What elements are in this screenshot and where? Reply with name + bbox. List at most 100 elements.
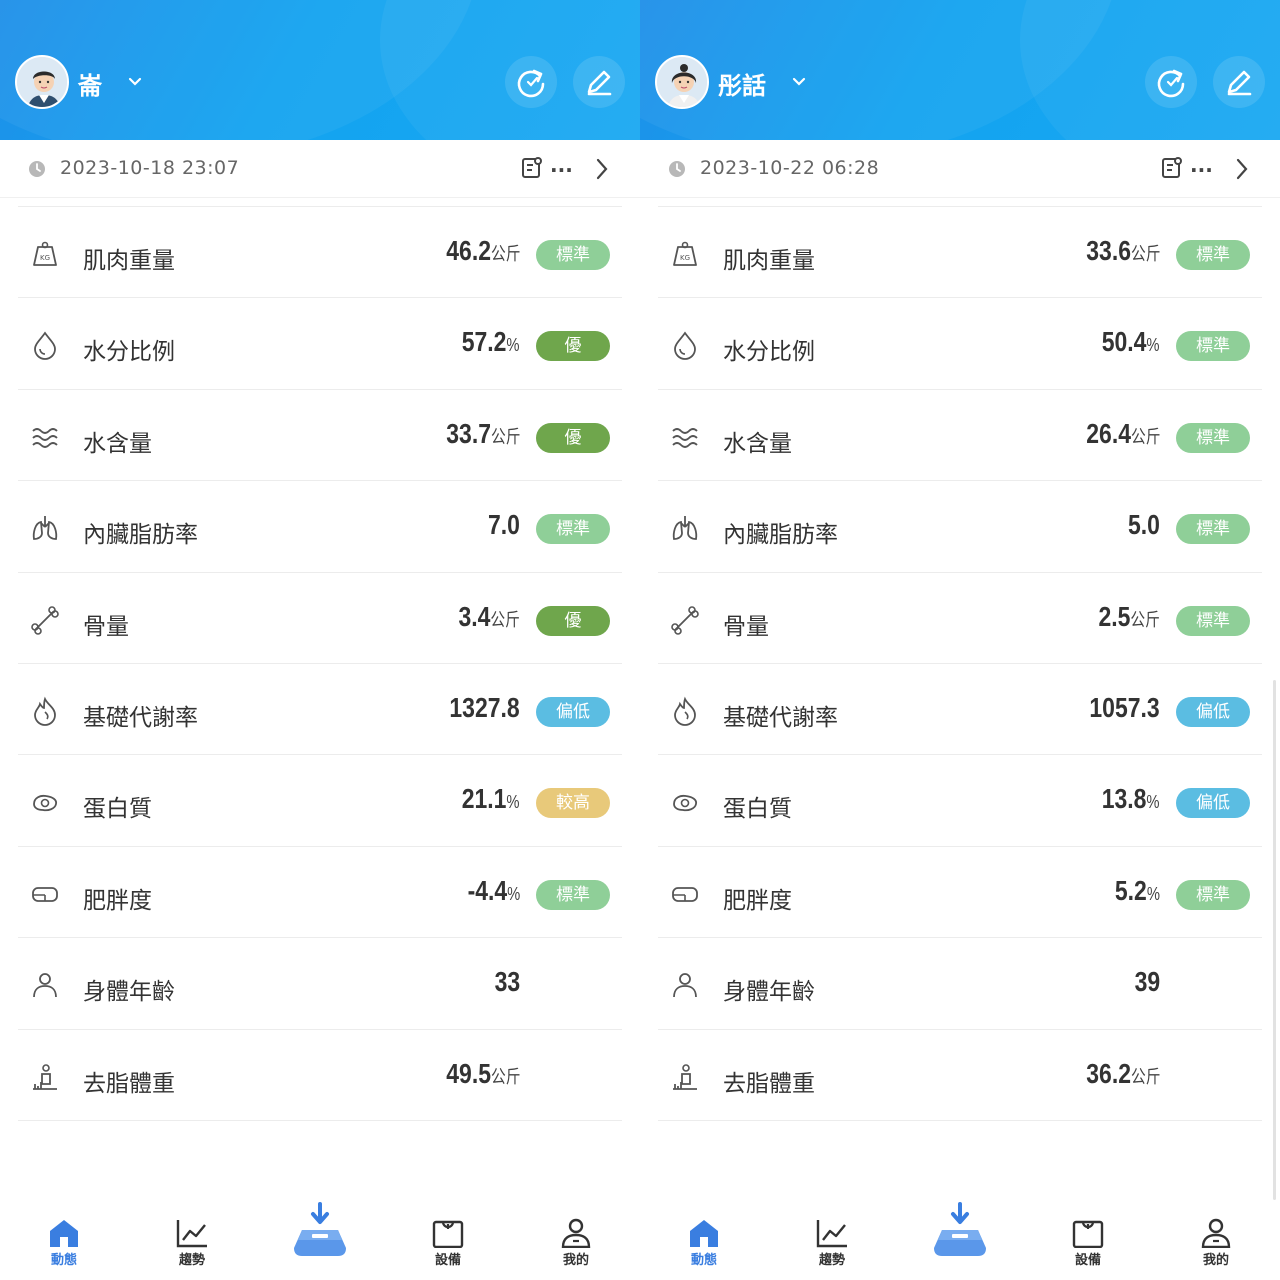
chevron-right-icon[interactable] (1235, 158, 1249, 184)
person-icon (673, 973, 697, 998)
tab-home[interactable]: 動態 (664, 1218, 744, 1268)
metric-label: 蛋白質 (723, 796, 792, 823)
scale-icon (934, 1202, 986, 1256)
metric-unit: % (1146, 792, 1160, 813)
chevron-down-icon[interactable] (792, 72, 806, 91)
water-drop-icon (34, 331, 56, 361)
metric-label: 身體年齡 (723, 979, 815, 1006)
metric-row[interactable]: 蛋白質 21.1% 較高 (18, 755, 622, 847)
tab-profile[interactable]: 我的 (1176, 1218, 1256, 1268)
lungs-icon (32, 516, 58, 541)
metric-value: 7.0 (488, 509, 520, 541)
metric-unit: 公斤 (490, 1066, 520, 1087)
svg-text:KG: KG (40, 254, 50, 262)
metric-row[interactable]: 身體年齡 33 (18, 938, 622, 1030)
tab-device[interactable]: 設備 (1048, 1218, 1128, 1268)
bottom-tab-bar: 動態 趨勢 設備 我的 (0, 1180, 640, 1280)
metric-label: 肌肉重量 (723, 248, 815, 274)
metric-label: 骨量 (83, 613, 129, 640)
metric-value: -4.4% (467, 874, 520, 906)
report-icon[interactable] (520, 156, 544, 184)
status-badge: 標準 (1176, 331, 1250, 362)
metric-row[interactable]: 骨量 2.5公斤 標準 (658, 573, 1262, 664)
metric-value: 33 (494, 966, 520, 998)
metric-row[interactable]: 蛋白質 13.8% 偏低 (658, 755, 1262, 847)
metric-row[interactable]: KG 肌肉重量 33.6公斤 標準 (658, 207, 1262, 299)
metric-row[interactable]: 去脂體重 49.5公斤 (18, 1030, 622, 1121)
metric-row[interactable]: 水含量 26.4公斤 標準 (658, 390, 1262, 482)
metrics-list: 肌肉比例 64.2% 標準 KG 肌肉重量 33.6公斤標準 水分比例 50.4… (658, 144, 1262, 1121)
trend-icon (152, 1218, 232, 1248)
metric-value: 13.8% (1102, 783, 1160, 815)
avatar[interactable] (15, 55, 69, 109)
person-icon (33, 973, 57, 998)
metric-label: 蛋白質 (83, 796, 152, 823)
metric-row[interactable]: KG 肌肉重量 46.2公斤 標準 (18, 207, 622, 299)
measure-scale-button[interactable] (280, 1200, 360, 1280)
scale-icon (294, 1202, 346, 1256)
status-badge: 標準 (536, 240, 610, 270)
status-badge: 標準 (1176, 240, 1250, 270)
refresh-button[interactable] (505, 56, 557, 108)
metric-value: 21.1% (462, 783, 520, 815)
more-label[interactable]: ... (1190, 153, 1213, 177)
metric-unit: 公斤 (1130, 244, 1160, 264)
tab-trend[interactable]: 趨勢 (792, 1218, 872, 1268)
metric-row[interactable]: 內臟脂肪率 5.0 標準 (658, 481, 1262, 573)
muscle-weight-icon: KG (33, 241, 57, 266)
status-badge: 優 (536, 605, 610, 636)
chevron-right-icon[interactable] (595, 158, 609, 184)
svg-text:KG: KG (680, 254, 690, 262)
user-name[interactable]: 彤話 (718, 66, 766, 101)
report-icon[interactable] (1160, 156, 1184, 184)
metric-unit: % (506, 335, 520, 356)
metric-row[interactable]: 內臟脂肪率 7.0 標準 (18, 481, 622, 573)
metric-label: 內臟脂肪率 (723, 522, 838, 549)
edit-button[interactable] (573, 56, 625, 108)
pencil-icon (1227, 70, 1252, 96)
edit-button[interactable] (1213, 56, 1265, 108)
metric-unit: 公斤 (490, 426, 520, 447)
metric-row[interactable]: 去脂體重 36.2公斤 (658, 1030, 1262, 1121)
metric-row[interactable]: 肥胖度 5.2% 標準 (658, 847, 1262, 939)
tab-label: 我的 (1202, 1253, 1229, 1268)
tab-device[interactable]: 設備 (408, 1218, 488, 1268)
chevron-down-icon[interactable] (128, 72, 142, 91)
egg-icon (673, 795, 698, 812)
metric-label: 骨量 (723, 613, 769, 640)
tab-profile[interactable]: 我的 (536, 1218, 616, 1268)
refresh-button[interactable] (1145, 56, 1197, 108)
metric-value: 57.2% (462, 326, 520, 358)
scrollbar[interactable] (1273, 680, 1276, 1200)
waves-icon (32, 427, 58, 448)
status-badge: 較高 (536, 788, 610, 819)
metric-row[interactable]: 水含量 33.7公斤優 (18, 390, 622, 482)
lean-body-icon (673, 1063, 697, 1090)
status-badge: 優 (536, 331, 610, 362)
metric-row[interactable]: 骨量 3.4公斤優 (18, 573, 622, 664)
user-name[interactable]: 崙 (78, 66, 102, 101)
metric-row[interactable]: 水分比例 57.2% 優 (18, 298, 622, 390)
tab-trend[interactable]: 趨勢 (152, 1218, 232, 1268)
metric-row[interactable]: 身體年齡 39 (658, 938, 1262, 1030)
metric-row[interactable]: 水分比例 50.4% 標準 (658, 298, 1262, 390)
metric-row[interactable]: 基礎代謝率 1057.3 偏低 (658, 664, 1262, 756)
metric-row[interactable]: 基礎代謝率 1327.8 偏低 (18, 664, 622, 756)
status-badge: 標準 (1176, 514, 1250, 545)
metric-row[interactable]: 肥胖度 -4.4% 標準 (18, 847, 622, 939)
home-icon (24, 1218, 104, 1248)
status-badge: 偏低 (536, 696, 610, 727)
metric-unit: % (506, 792, 520, 813)
metric-value: 33.7公斤 (445, 417, 520, 449)
tab-label: 設備 (434, 1253, 461, 1268)
metric-label: 去脂體重 (723, 1070, 815, 1097)
status-badge: 偏低 (1176, 788, 1250, 819)
measurement-datetime: 2023-10-22 06:28 (700, 157, 880, 179)
tab-home[interactable]: 動態 (24, 1218, 104, 1268)
measure-scale-button[interactable] (920, 1200, 1000, 1280)
water-drop-icon (674, 331, 696, 361)
metric-unit: 公斤 (490, 609, 520, 630)
avatar[interactable] (655, 55, 709, 109)
more-label[interactable]: ... (550, 153, 573, 177)
egg-icon (33, 795, 58, 812)
